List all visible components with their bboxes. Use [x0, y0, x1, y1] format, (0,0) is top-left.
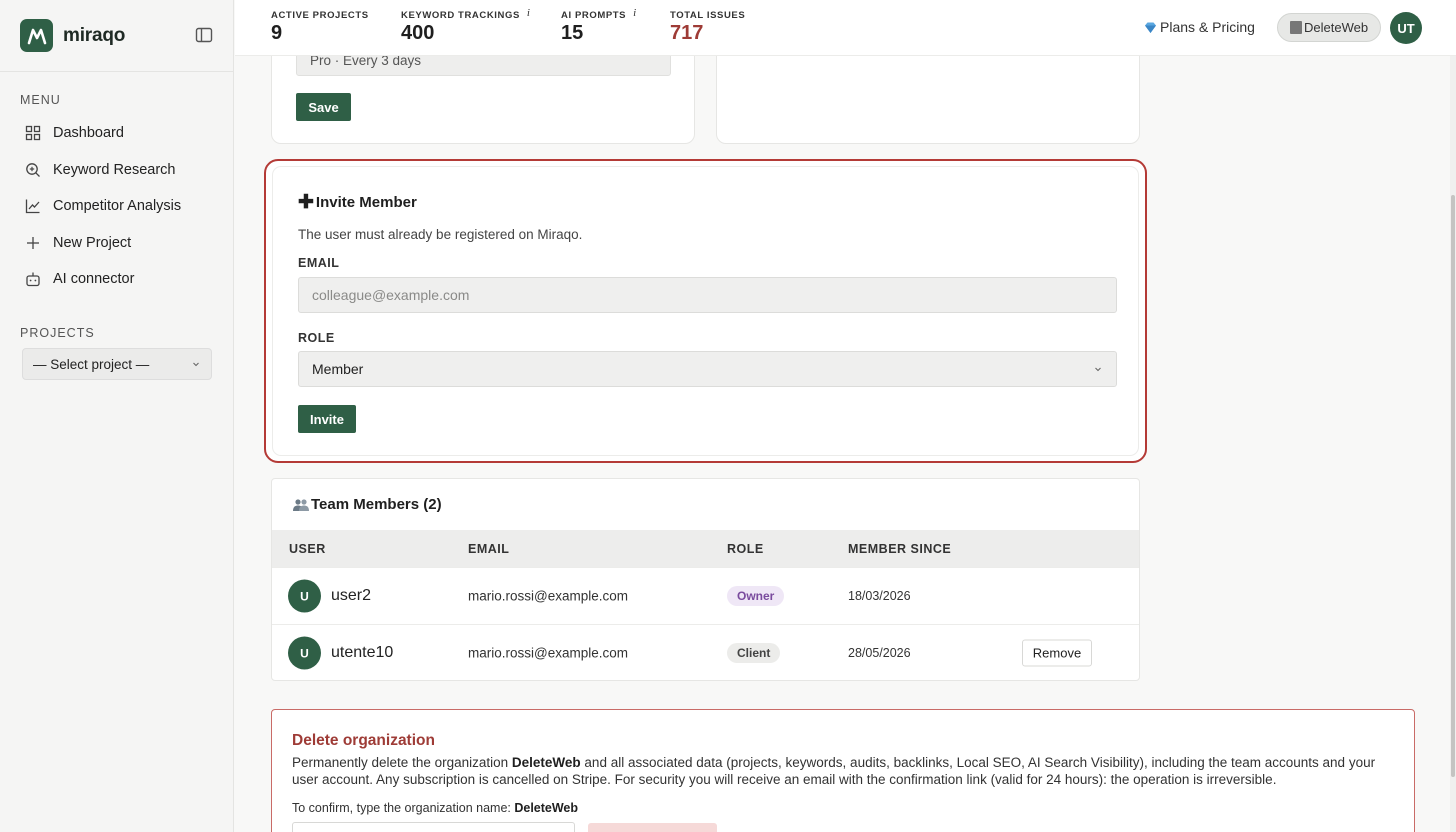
people-icon [293, 498, 309, 511]
search-icon [26, 162, 40, 177]
email-placeholder: colleague@example.com [312, 287, 470, 303]
sidebar-item-label: Keyword Research [53, 161, 176, 178]
stat-label: TOTAL ISSUES [670, 10, 746, 21]
sidebar-item-keyword-research[interactable]: Keyword Research [0, 152, 233, 189]
column-member-since: MEMBER SINCE [848, 541, 952, 556]
plans-pricing-label: Plans & Pricing [1160, 19, 1255, 35]
invite-button[interactable]: Invite [298, 405, 356, 433]
email-field[interactable]: colleague@example.com [298, 277, 1117, 313]
projects-section-label: PROJECTS [20, 326, 95, 340]
stat-label: AI PROMPTS i [561, 7, 637, 21]
sidebar: miraqo MENU Dashboard Keyword Research C… [0, 0, 234, 832]
plus-icon [27, 236, 39, 249]
invite-description: The user must already be registered on M… [298, 227, 583, 242]
stat-total-issues: TOTAL ISSUES 717 [670, 10, 745, 45]
plans-pricing-link[interactable]: Plans & Pricing [1144, 19, 1255, 35]
row-member-since: 18/03/2026 [848, 589, 911, 603]
team-table-header: USER EMAIL ROLE MEMBER SINCE [272, 530, 1139, 567]
stat-label: KEYWORD TRACKINGS i [401, 7, 531, 21]
sidebar-item-label: Competitor Analysis [53, 198, 182, 215]
invite-member-card: ✚ Invite Member The user must already be… [264, 159, 1147, 463]
menu-section-label: MENU [20, 93, 61, 107]
row-username: utente10 [331, 644, 394, 661]
sidebar-item-dashboard[interactable]: Dashboard [0, 115, 233, 152]
chevron-down-icon [1095, 367, 1101, 372]
row-email: mario.rossi@example.com [468, 645, 628, 661]
table-row: U utente10 mario.rossi@example.com Clien… [272, 624, 1139, 680]
confirm-label: To confirm, type the organization name: … [292, 801, 579, 815]
stat-value: 717 [670, 22, 704, 44]
table-row: U user2 mario.rossi@example.com Owner 18… [272, 567, 1139, 624]
row-avatar: U [288, 636, 321, 670]
miraqo-logo-icon[interactable] [20, 19, 53, 52]
chevron-down-icon [193, 362, 199, 367]
brand-name[interactable]: miraqo [63, 25, 125, 47]
role-badge: Owner [727, 586, 785, 606]
role-label: ROLE [298, 331, 335, 345]
sidebar-item-competitor-analysis[interactable]: Competitor Analysis [0, 188, 233, 225]
robot-icon [26, 272, 40, 287]
confirm-org-name-input[interactable] [292, 822, 575, 832]
building-icon [1290, 21, 1302, 34]
sidebar-item-label: Dashboard [53, 125, 124, 142]
stat-label: ACTIVE PROJECTS [271, 10, 369, 21]
project-select[interactable]: — Select project — [22, 348, 212, 380]
scrollbar-thumb[interactable] [1451, 195, 1455, 777]
sidebar-item-label: New Project [53, 234, 132, 251]
role-select[interactable]: Member [298, 351, 1117, 387]
stat-active-projects: ACTIVE PROJECTS 9 [271, 10, 369, 45]
plus-icon: ✚ [298, 192, 314, 213]
column-user: USER [289, 541, 326, 556]
remove-member-button[interactable]: Remove [1022, 639, 1092, 667]
grid-icon [25, 126, 41, 141]
sidebar-item-ai-connector[interactable]: AI connector [0, 261, 233, 298]
row-email: mario.rossi@example.com [468, 588, 628, 604]
invite-member-title: ✚ Invite Member [298, 192, 417, 213]
topbar: ACTIVE PROJECTS 9 KEYWORD TRACKINGS i 400… [235, 0, 1456, 56]
row-avatar: U [288, 579, 321, 613]
column-email: EMAIL [468, 541, 510, 556]
brand-header: miraqo [0, 0, 233, 72]
email-label: EMAIL [298, 256, 340, 270]
team-members-title: Team Members (2) [292, 496, 442, 513]
column-role: ROLE [727, 541, 764, 556]
stat-value: 15 [561, 22, 584, 44]
row-member-since: 28/05/2026 [848, 646, 911, 660]
gem-icon [1145, 22, 1156, 33]
role-select-value: Member [312, 361, 364, 377]
role-badge: Client [727, 643, 781, 663]
delete-organization-description: Permanently delete the organization Dele… [292, 755, 1376, 787]
delete-organization-button[interactable] [588, 823, 717, 832]
stat-ai-prompts: AI PROMPTS i 15 [561, 7, 637, 45]
sidebar-toggle-icon[interactable] [195, 26, 213, 44]
sidebar-item-new-project[interactable]: New Project [0, 225, 233, 262]
team-members-card: Team Members (2) USER EMAIL ROLE MEMBER … [271, 478, 1140, 681]
project-select-value: — Select project — [33, 356, 150, 372]
delete-organization-title: Delete organization [292, 732, 435, 749]
stat-value: 9 [271, 22, 283, 44]
user-avatar[interactable]: UT [1390, 12, 1422, 44]
sidebar-item-label: AI connector [53, 271, 135, 288]
org-switcher[interactable]: DeleteWeb [1277, 13, 1382, 42]
info-icon[interactable]: i [527, 7, 531, 19]
org-name: DeleteWeb [1304, 20, 1369, 35]
sidebar-menu: Dashboard Keyword Research Competitor An… [0, 115, 233, 298]
delete-organization-card: Delete organization Permanently delete t… [271, 709, 1415, 832]
chart-line-icon [25, 199, 40, 214]
stat-value: 400 [401, 22, 435, 44]
save-button[interactable]: Save [296, 93, 351, 121]
stat-keyword-trackings: KEYWORD TRACKINGS i 400 [401, 7, 531, 45]
info-icon[interactable]: i [633, 7, 637, 19]
row-username: user2 [331, 587, 372, 604]
